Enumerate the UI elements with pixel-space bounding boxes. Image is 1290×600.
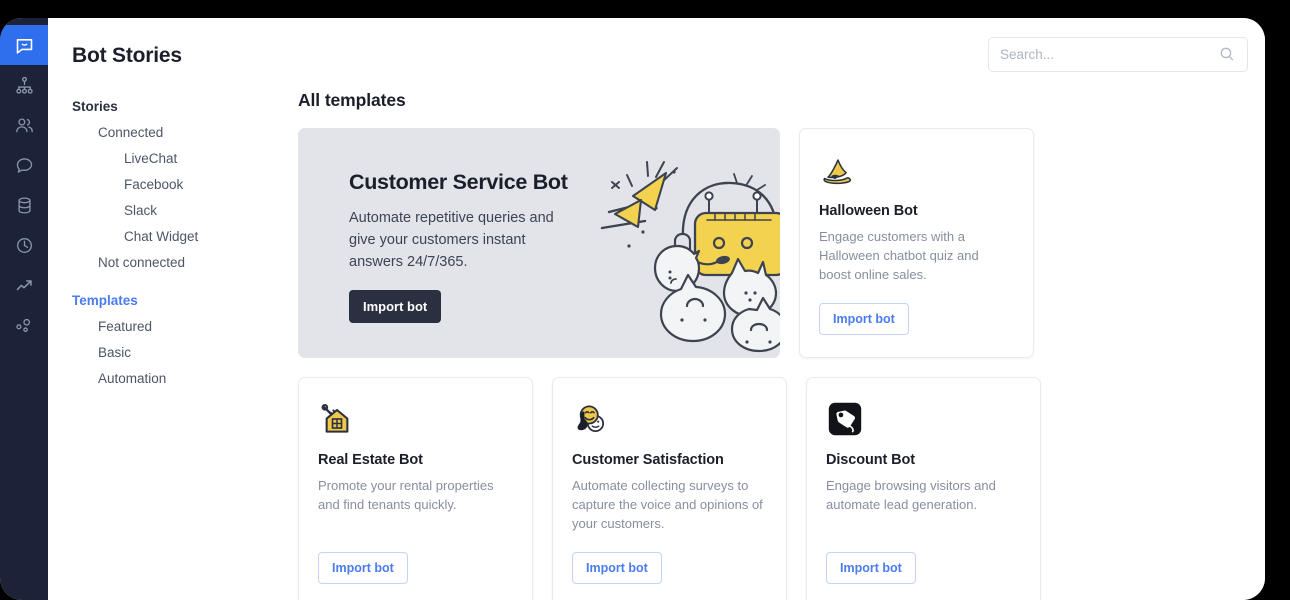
rail-item-chats[interactable] <box>0 145 48 185</box>
sidebar-item-facebook[interactable]: Facebook <box>72 172 273 198</box>
section-title: All templates <box>298 90 406 110</box>
sidebar-item-automation[interactable]: Automation <box>72 366 273 392</box>
search-icon[interactable] <box>1218 45 1236 63</box>
hero-description: Automate repetitive queries and give you… <box>349 210 554 270</box>
nodes-cluster-icon <box>14 315 35 336</box>
templates-grid: Customer Service Bot Automate repetitive… <box>298 128 1265 600</box>
sidebar-item-featured[interactable]: Featured <box>72 314 273 340</box>
secondary-sidebar: Bot Stories Stories Connected LiveChat F… <box>48 18 273 600</box>
hero-card-customer-service-bot[interactable]: Customer Service Bot Automate repetitive… <box>298 128 780 358</box>
rail-item-history[interactable] <box>0 225 48 265</box>
rail-top-spacer <box>0 18 48 25</box>
database-icon <box>14 195 35 216</box>
card-title: Real Estate Bot <box>318 452 423 468</box>
card-title: Customer Satisfaction <box>572 452 724 468</box>
trending-up-icon <box>14 275 35 296</box>
rail-item-reports[interactable] <box>0 265 48 305</box>
top-bar <box>273 18 1265 90</box>
import-bot-button[interactable]: Import bot <box>819 303 909 335</box>
hero-import-bot-button[interactable]: Import bot <box>349 290 442 323</box>
sidebar-item-templates[interactable]: Templates <box>72 288 273 314</box>
import-bot-button[interactable]: Import bot <box>572 552 662 584</box>
template-card-discount-bot[interactable]: Discount Bot Engage browsing visitors an… <box>806 377 1041 600</box>
sidebar-group-stories: Stories Connected LiveChat Facebook Slac… <box>72 94 273 276</box>
speech-bubble-icon <box>14 155 35 176</box>
card-description: Engage customers with a Halloween chatbo… <box>819 229 979 282</box>
search-box[interactable] <box>988 36 1248 72</box>
rail-item-team[interactable] <box>0 105 48 145</box>
sidebar-item-connected[interactable]: Connected <box>72 120 273 146</box>
sidebar-group-templates: Templates Featured Basic Automation <box>72 288 273 392</box>
template-card-real-estate-bot[interactable]: Real Estate Bot Promote your rental prop… <box>298 377 533 600</box>
card-description: Promote your rental properties and find … <box>318 478 494 512</box>
sidebar-item-slack[interactable]: Slack <box>72 198 273 224</box>
rail-item-chat[interactable] <box>0 25 48 65</box>
sidebar-item-chat-widget[interactable]: Chat Widget <box>72 224 273 250</box>
sidebar-item-livechat[interactable]: LiveChat <box>72 146 273 172</box>
price-tag-icon <box>826 400 864 438</box>
search-input[interactable] <box>1000 46 1218 62</box>
template-card-halloween-bot[interactable]: Halloween Bot Engage customers with a Ha… <box>799 128 1034 358</box>
rail-item-org-chart[interactable] <box>0 65 48 105</box>
main-content: All templates Customer Service Bot Autom… <box>273 18 1265 600</box>
card-description: Automate collecting surveys to capture t… <box>572 478 763 531</box>
sidebar-item-stories[interactable]: Stories <box>72 94 273 120</box>
card-title: Discount Bot <box>826 452 916 468</box>
app-window: Bot Stories Stories Connected LiveChat F… <box>0 18 1265 600</box>
team-people-icon <box>14 115 35 136</box>
clock-history-icon <box>14 235 35 256</box>
sidebar-item-basic[interactable]: Basic <box>72 340 273 366</box>
template-card-customer-satisfaction[interactable]: Customer Satisfaction Automate collectin… <box>552 377 787 600</box>
chat-bubble-icon <box>14 35 35 56</box>
house-keychain-icon <box>318 400 356 438</box>
smiley-face-survey-icon <box>572 400 610 438</box>
import-bot-button[interactable]: Import bot <box>318 552 408 584</box>
hero-text-block: Customer Service Bot Automate repetitive… <box>349 170 589 323</box>
card-title: Halloween Bot <box>819 203 918 219</box>
sidebar-item-not-connected[interactable]: Not connected <box>72 250 273 276</box>
robot-with-headset-and-blobs-illustration <box>571 142 780 357</box>
card-description: Engage browsing visitors and automate le… <box>826 478 996 512</box>
hero-title: Customer Service Bot <box>349 170 568 194</box>
sidebar-group-divider <box>72 276 273 288</box>
witch-hat-icon <box>819 151 857 189</box>
page-title: Bot Stories <box>72 44 182 67</box>
rail-item-database[interactable] <box>0 185 48 225</box>
import-bot-button[interactable]: Import bot <box>826 552 916 584</box>
primary-icon-rail <box>0 18 48 600</box>
org-chart-icon <box>14 75 35 96</box>
rail-item-integrations[interactable] <box>0 305 48 345</box>
